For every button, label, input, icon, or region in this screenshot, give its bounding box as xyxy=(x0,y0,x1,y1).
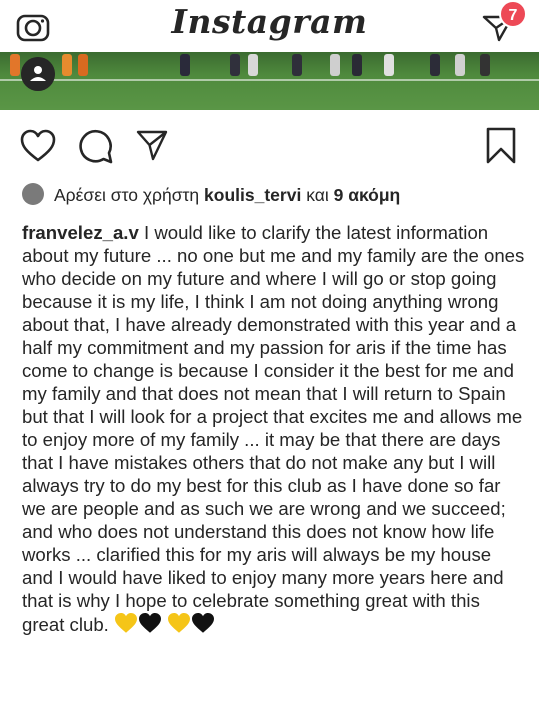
save-icon[interactable] xyxy=(486,127,516,165)
black-heart-icon xyxy=(139,612,161,633)
liker-username[interactable]: koulis_tervi xyxy=(204,185,301,205)
comment-icon[interactable] xyxy=(78,129,114,165)
post-caption: franvelez_a.v I would like to clarify th… xyxy=(22,221,526,636)
likes-others-count[interactable]: 9 ακόμη xyxy=(334,185,401,205)
caption-text: I would like to clarify the latest infor… xyxy=(22,222,525,635)
yellow-heart-icon xyxy=(115,612,137,633)
action-bar xyxy=(0,120,539,176)
likes-conjunction: και xyxy=(306,185,329,205)
liker-avatar xyxy=(22,183,44,205)
likes-prefix: Αρέσει στο χρήστη xyxy=(54,185,200,205)
yellow-heart-icon xyxy=(168,612,191,633)
black-heart-icon xyxy=(192,612,215,633)
top-bar: Instagram 7 xyxy=(0,0,539,52)
like-icon[interactable] xyxy=(20,129,56,163)
share-icon[interactable] xyxy=(135,129,169,161)
notification-badge: 7 xyxy=(499,0,527,28)
post-image[interactable] xyxy=(0,52,539,110)
app-logo: Instagram xyxy=(171,2,368,41)
user-tag-icon[interactable] xyxy=(21,57,55,91)
caption-username[interactable]: franvelez_a.v xyxy=(22,222,139,243)
likes-summary[interactable]: Αρέσει στο χρήστη koulis_tervi και 9 ακό… xyxy=(22,183,400,206)
